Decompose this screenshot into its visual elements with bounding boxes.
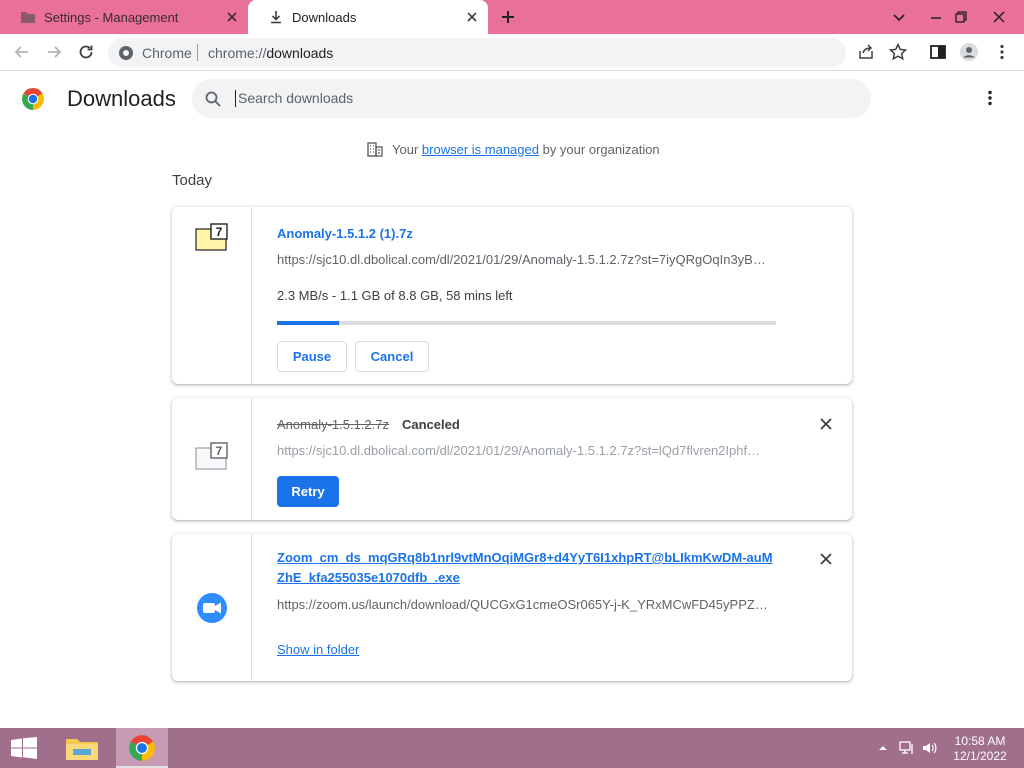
- search-box[interactable]: [192, 79, 871, 118]
- taskbar-clock[interactable]: 10:58 AM 12/1/2022: [944, 734, 1016, 764]
- chevron-down-icon[interactable]: [888, 6, 910, 28]
- star-bookmark-icon[interactable]: [888, 42, 908, 62]
- zoom-app-icon: [197, 593, 227, 623]
- remove-close-icon[interactable]: [816, 549, 836, 569]
- download-item: Zoom_cm_ds_mqGRq8b1nrl9vtMnOqiMGr8+d4YyT…: [172, 534, 852, 681]
- show-in-folder-link[interactable]: Show in folder: [277, 642, 359, 657]
- building-icon: [367, 142, 383, 157]
- reload-icon[interactable]: [76, 42, 96, 62]
- search-icon: [205, 91, 221, 107]
- chrome-taskbar-button[interactable]: [116, 728, 168, 768]
- url-scheme: chrome://: [208, 45, 267, 61]
- folder-icon: [66, 739, 98, 760]
- download-item: 7 Anomaly-1.5.1.2.7z Canceled https://sj…: [172, 398, 852, 520]
- tab-title: Settings - Management: [44, 10, 179, 25]
- date-section-heading: Today: [172, 172, 213, 189]
- tab-strip: Settings - Management Downloads: [0, 0, 1024, 34]
- remove-close-icon[interactable]: [816, 414, 836, 434]
- pause-button[interactable]: Pause: [277, 341, 347, 372]
- clock-date: 12/1/2022: [953, 749, 1007, 763]
- show-hidden-icons-chevron-icon[interactable]: [874, 740, 892, 756]
- folder-icon: [21, 12, 35, 23]
- search-input[interactable]: [236, 87, 836, 109]
- svg-text:7: 7: [216, 444, 223, 458]
- address-bar[interactable]: Chrome chrome://downloads: [108, 38, 846, 67]
- window-close-icon[interactable]: [988, 6, 1010, 28]
- profile-avatar-icon[interactable]: [959, 42, 979, 62]
- download-item: 7 Anomaly-1.5.1.2 (1).7z https://sjc10.d…: [172, 207, 852, 384]
- browser-menu-icon[interactable]: [992, 42, 1012, 62]
- download-icon: [271, 11, 281, 24]
- clock-time: 10:58 AM: [954, 734, 1006, 748]
- windows-start-icon[interactable]: [10, 737, 38, 759]
- 7z-archive-icon: 7: [195, 442, 228, 470]
- managed-notice: Your browser is managed by your organiza…: [366, 140, 660, 158]
- chrome-site-icon: [119, 46, 133, 60]
- file-icon-column: [172, 534, 252, 681]
- managed-suffix: by your organization: [542, 141, 660, 157]
- file-icon-column: 7: [172, 207, 252, 384]
- tab-title: Downloads: [292, 10, 357, 25]
- close-icon[interactable]: [464, 9, 480, 25]
- source-url[interactable]: https://sjc10.dl.dbolical.com/dl/2021/01…: [277, 252, 777, 267]
- status-label: Canceled: [402, 417, 460, 432]
- url-path: downloads: [266, 45, 334, 61]
- volume-icon[interactable]: [921, 740, 939, 756]
- retry-button[interactable]: Retry: [277, 476, 339, 507]
- more-actions-icon[interactable]: [980, 88, 1000, 108]
- file-explorer-taskbar-button[interactable]: [56, 728, 108, 768]
- source-url: https://sjc10.dl.dbolical.com/dl/2021/01…: [277, 443, 761, 458]
- share-icon[interactable]: [856, 42, 876, 62]
- managed-prefix: Your: [392, 141, 419, 157]
- tab-settings-management[interactable]: Settings - Management: [0, 0, 248, 34]
- network-icon[interactable]: [898, 740, 916, 756]
- source-url[interactable]: https://zoom.us/launch/download/QUCGxG1c…: [277, 597, 777, 612]
- side-panel-icon[interactable]: [928, 42, 948, 62]
- close-icon[interactable]: [224, 9, 240, 25]
- tab-downloads[interactable]: Downloads: [248, 0, 488, 34]
- browser-managed-link[interactable]: browser is managed: [422, 142, 539, 157]
- svg-text:7: 7: [216, 225, 223, 239]
- new-tab-plus-icon[interactable]: [498, 7, 518, 27]
- windows-taskbar: [0, 728, 1024, 768]
- restore-icon[interactable]: [950, 6, 972, 28]
- forward-arrow-icon[interactable]: [44, 42, 64, 62]
- omnibox-divider: [197, 44, 198, 61]
- file-name: Anomaly-1.5.1.2.7z: [277, 417, 390, 432]
- 7z-archive-icon: 7: [195, 223, 228, 251]
- file-icon-column: 7: [172, 398, 252, 520]
- progress-fill: [277, 321, 340, 325]
- page-title: Downloads: [67, 86, 176, 111]
- file-name-link[interactable]: Zoom_cm_ds_mqGRq8b1nrl9vtMnOqiMGr8+d4YyT…: [277, 548, 777, 588]
- progress-bar: [277, 321, 776, 325]
- browser-toolbar: Chrome chrome://downloads: [0, 34, 1024, 71]
- site-chip: Chrome: [142, 45, 192, 61]
- download-status: 2.3 MB/s - 1.1 GB of 8.8 GB, 58 mins lef…: [277, 288, 513, 303]
- file-name-link[interactable]: Anomaly-1.5.1.2 (1).7z: [277, 226, 413, 241]
- cancel-button[interactable]: Cancel: [355, 341, 429, 372]
- back-arrow-icon[interactable]: [12, 42, 32, 62]
- minimize-icon[interactable]: [925, 6, 947, 28]
- url-text[interactable]: chrome://downloads: [208, 45, 333, 61]
- chrome-logo-icon: [22, 88, 44, 110]
- chrome-icon: [129, 735, 155, 761]
